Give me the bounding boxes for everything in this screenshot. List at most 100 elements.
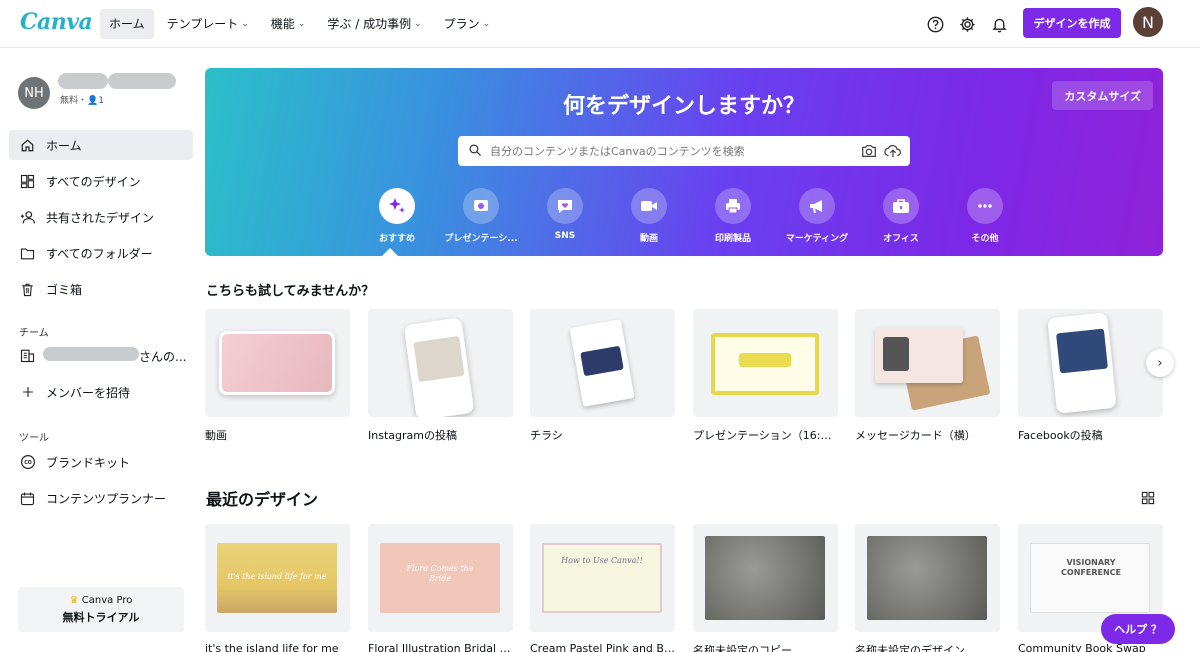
- nav-features[interactable]: 機能 ⌄: [262, 9, 315, 39]
- create-design-button[interactable]: デザインを作成: [1023, 8, 1121, 38]
- nav-learn[interactable]: 学ぶ / 成功事例 ⌄: [318, 9, 430, 39]
- suggest-card-presentation[interactable]: プレゼンテーション（16:9）: [693, 309, 838, 443]
- category-label: おすすめ: [378, 234, 415, 244]
- chevron-right-icon: ›: [1157, 355, 1163, 371]
- pro-trial-label: 無料トライアル: [62, 611, 140, 624]
- sparkle-icon: [379, 188, 415, 224]
- sidebar-item-label: ホーム: [46, 138, 82, 153]
- category-print[interactable]: 印刷製品: [691, 188, 775, 244]
- sidebar-item-content-planner[interactable]: コンテンツプランナー: [9, 483, 193, 513]
- suggest-card-instagram[interactable]: Instagramの投稿: [368, 309, 513, 443]
- top-bar: Canva ホーム テンプレート ⌄ 機能 ⌄ 学ぶ / 成功事例 ⌄ プラン ⌄ デザ…: [0, 0, 1200, 48]
- category-marketing[interactable]: マーケティング: [775, 188, 859, 244]
- search-bar: [458, 136, 910, 166]
- suggest-card-video[interactable]: 動画: [205, 309, 350, 443]
- thumbnail-text: How to Use Canva!!: [561, 556, 643, 565]
- category-label: SNS: [554, 231, 576, 241]
- sidebar-item-folders[interactable]: すべてのフォルダー: [9, 238, 193, 268]
- card-label: Floral Illustration Bridal Sh...: [368, 642, 513, 652]
- gear-icon[interactable]: [956, 13, 978, 35]
- custom-size-button[interactable]: カスタムサイズ: [1052, 81, 1153, 110]
- top-icons: [924, 13, 1010, 35]
- upload-cloud-icon[interactable]: [884, 142, 902, 164]
- grid-view-icon[interactable]: [1141, 490, 1155, 509]
- recent-title: 最近のデザイン: [206, 490, 319, 509]
- chevron-down-icon: ⌄: [241, 19, 249, 29]
- briefcase-icon: [883, 188, 919, 224]
- heart-chat-icon: [547, 188, 583, 224]
- thumbnail-text: Flora Comes the Bride: [406, 564, 474, 584]
- thumbnail-text: it's the island life for me: [227, 572, 327, 581]
- pro-trial-box[interactable]: ♛ Canva Pro 無料トライアル: [18, 587, 184, 632]
- sidebar: NH 無料・👤1 ホーム すべてのデザイン 共有されたデザイン すべてのフォルダ…: [0, 48, 200, 652]
- sidebar-item-trash[interactable]: ゴミ箱: [9, 274, 193, 304]
- crown-icon: ♛: [69, 595, 82, 606]
- bell-icon[interactable]: [988, 13, 1010, 35]
- sidebar-item-shared[interactable]: 共有されたデザイン: [9, 202, 193, 232]
- grid-icon: [19, 173, 36, 190]
- card-label: it's the island life for me: [205, 642, 339, 652]
- person-icon: 👤: [87, 96, 99, 106]
- account-name-redacted: [58, 73, 108, 89]
- chevron-down-icon: ⌄: [482, 19, 491, 29]
- nav-home[interactable]: ホーム: [100, 9, 154, 39]
- card-label: 動画: [205, 429, 227, 442]
- card-label: チラシ: [530, 429, 563, 442]
- suggest-card-facebook[interactable]: Facebookの投稿: [1018, 309, 1163, 443]
- plus-icon: [19, 384, 36, 401]
- card-label: Cream Pastel Pink and Blu...: [530, 642, 675, 652]
- hero-title: 何をデザインしますか？: [562, 94, 805, 119]
- canva-logo[interactable]: Canva: [20, 9, 93, 35]
- recent-card[interactable]: How to Use Canva!! Cream Pastel Pink and…: [530, 524, 675, 652]
- card-label: プレゼンテーション（16:9）: [693, 429, 838, 442]
- recent-card[interactable]: 名称未設定のコピー: [693, 524, 838, 652]
- brand-kit-icon: CO: [19, 454, 36, 471]
- card-thumbnail: [1018, 309, 1163, 417]
- category-label: 印刷製品: [714, 234, 751, 244]
- team-name: さんの...: [139, 350, 187, 364]
- sidebar-item-home[interactable]: ホーム: [9, 130, 193, 160]
- category-video[interactable]: 動画: [607, 188, 691, 244]
- category-label: プレゼンテーシ...: [444, 234, 518, 244]
- hero-banner: 何をデザインしますか？ カスタムサイズ おすすめ プレゼンテーシ... SNS …: [205, 68, 1163, 256]
- category-label: マーケティング: [785, 234, 849, 244]
- sidebar-item-label: ゴミ箱: [46, 282, 83, 297]
- help-button[interactable]: ヘルプ ？: [1101, 614, 1175, 644]
- category-office[interactable]: オフィス: [859, 188, 943, 244]
- search-tools: [860, 142, 902, 164]
- card-thumbnail: [530, 309, 675, 417]
- invite-members-button[interactable]: メンバーを招待: [9, 377, 193, 407]
- card-label: 名称未設定のデザイン: [855, 644, 965, 652]
- search-input[interactable]: [490, 144, 850, 158]
- suggest-card-greeting[interactable]: メッセージカード（横）: [855, 309, 1000, 443]
- help-icon[interactable]: [924, 13, 946, 35]
- account-avatar[interactable]: NH: [18, 77, 50, 109]
- category-sns[interactable]: SNS: [523, 188, 607, 244]
- recent-card[interactable]: Flora Comes the Bride Floral Illustratio…: [368, 524, 513, 652]
- nav-label: 機能: [270, 17, 295, 31]
- sidebar-item-brand-kit[interactable]: CO ブランドキット: [9, 447, 193, 477]
- category-more[interactable]: その他: [943, 188, 1027, 244]
- suggest-card-flyer[interactable]: チラシ: [530, 309, 675, 443]
- category-label: その他: [971, 234, 999, 244]
- card-label: 名称未設定のコピー: [693, 644, 792, 652]
- avatar[interactable]: N: [1133, 7, 1163, 37]
- sidebar-item-all-designs[interactable]: すべてのデザイン: [9, 166, 193, 196]
- sidebar-item-label: 共有されたデザイン: [46, 210, 155, 225]
- carousel-next-button[interactable]: ›: [1146, 349, 1174, 377]
- nav-plans[interactable]: プラン ⌄: [435, 9, 500, 39]
- member-count: 1: [98, 96, 104, 106]
- calendar-icon: [19, 490, 36, 507]
- recent-card[interactable]: it's the island life for me it's the isl…: [205, 524, 350, 652]
- printer-icon: [715, 188, 751, 224]
- invite-label: メンバーを招待: [46, 385, 131, 400]
- recent-card[interactable]: 名称未設定のデザイン: [855, 524, 1000, 652]
- camera-icon[interactable]: [860, 142, 878, 164]
- nav-templates[interactable]: テンプレート ⌄: [158, 9, 258, 39]
- sidebar-item-label: ブランドキット: [46, 455, 131, 470]
- card-thumbnail: [205, 309, 350, 417]
- category-recommended[interactable]: おすすめ: [355, 188, 439, 244]
- account-name-redacted: [108, 73, 176, 89]
- category-presentation[interactable]: プレゼンテーシ...: [439, 188, 523, 244]
- chevron-down-icon: ⌄: [297, 19, 306, 29]
